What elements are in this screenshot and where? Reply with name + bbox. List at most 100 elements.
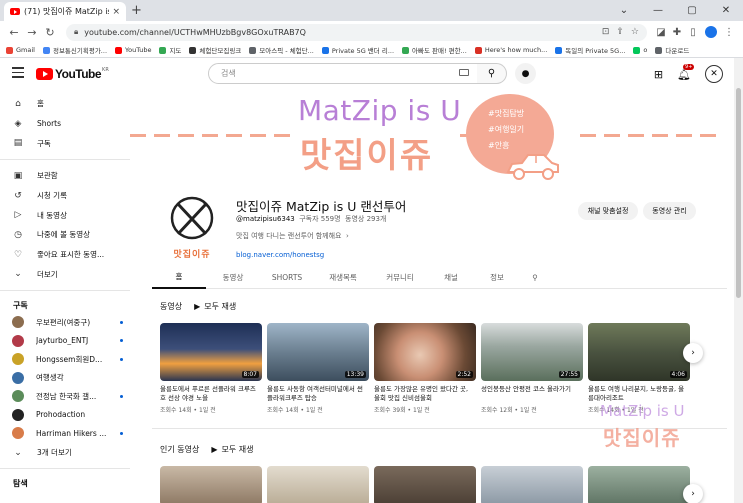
sidebar-item-watch-later[interactable]: ◷ 나중에 볼 동영상 [0,225,130,245]
video-title[interactable]: 울릉도 가장많은 유명인 왔다간 곳, 울회 맛집 신비섬울회 [374,385,474,403]
sidebar-item-show-more[interactable]: ⌄ 3개 더보기 [0,443,130,463]
maximize-button[interactable]: ▢ [675,0,709,21]
video-thumbnail[interactable]: 8:07 [160,323,262,381]
bookmark-star-icon[interactable]: ☆ [631,27,639,37]
subscription-item[interactable]: 우보편리(여중구) [0,313,130,332]
url-text[interactable]: youtube.com/channel/UCTHwMHUzbBgv8GOxuTR… [84,28,595,37]
account-avatar[interactable]: ✕ [705,65,723,83]
voice-search-button[interactable]: ● [515,63,536,84]
share-icon[interactable]: ⇪ [616,27,624,37]
play-all-icon[interactable]: ▶ [194,302,200,311]
tab-videos[interactable]: 동영상 [206,267,260,289]
sidebar-item-liked[interactable]: ♡ 좋아요 표시한 동영... [0,245,130,265]
video-thumbnail[interactable] [481,466,583,503]
bookmark-item[interactable]: 독일의 Private 5G... [555,45,625,55]
youtube-logo[interactable]: YouTube KR [36,67,109,81]
customize-channel-button[interactable]: 채널 맞춤설정 [578,202,638,220]
tab-close-icon[interactable]: × [112,7,120,17]
bookmark-item[interactable]: 아빠도 판매! 편한... [402,45,467,55]
shorts-icon: ◈ [14,118,22,129]
channel-avatar-large[interactable]: 맛집이쥬 [161,194,223,264]
sidebar-item-history[interactable]: ↺ 시청 기록 [0,186,130,206]
channel-description[interactable]: 맛집 여행 다니는 랜선투어 함께해요 › [236,231,349,241]
video-thumbnail[interactable]: 27:55 [481,323,583,381]
tab-channels[interactable]: 채널 [428,267,474,289]
reload-button[interactable]: ↻ [42,26,58,39]
tab-playlists[interactable]: 재생목록 [314,267,372,289]
sidebar-item-my-videos[interactable]: ▷ 내 동영상 [0,205,130,225]
bookmark-item[interactable]: Private 5G 밴더 리... [321,45,394,55]
video-thumbnail[interactable]: 2:52 [374,323,476,381]
chevron-down-icon[interactable]: ⌄ [607,0,641,21]
tab-about[interactable]: 정보 [474,267,520,289]
play-all-button[interactable]: 모두 재생 [222,444,254,455]
scrollbar-thumb[interactable] [736,88,741,298]
back-button[interactable]: ← [6,26,22,39]
hamburger-menu-icon[interactable] [12,67,24,81]
play-all-icon[interactable]: ▶ [211,445,217,454]
tab-shorts[interactable]: SHORTS [260,267,314,289]
bookmark-item[interactable]: Here's how much... [474,46,547,54]
bookmark-item[interactable]: YouTube [115,46,151,54]
liked-icon: ♡ [13,249,23,260]
sidebar-item-subscriptions[interactable]: ▤ 구독 [0,133,130,153]
sidebar-item-library[interactable]: ▣ 보관함 [0,166,130,186]
puzzle-icon[interactable]: ✚ [669,27,685,38]
profile-avatar[interactable] [705,26,717,38]
lock-icon[interactable]: 🔒︎ [74,27,78,37]
video-title[interactable]: 울릉도에서 푸르른 선플라워 크루즈호 선상 야경 노을 [160,385,260,403]
subscription-item[interactable]: Prohodaction [0,406,130,425]
google-lens-icon[interactable]: ⊡ [602,27,610,37]
subscription-item[interactable]: 여행생각 [0,369,130,388]
video-thumbnail[interactable] [160,466,262,503]
video-thumbnail[interactable] [374,466,476,503]
video-thumbnail[interactable] [588,466,690,503]
chevron-right-icon[interactable]: › [683,484,703,503]
video-thumbnail[interactable] [267,466,369,503]
sidepanel-icon[interactable]: ▯ [685,27,701,38]
bookmark-item[interactable]: 다운로드 [655,45,689,55]
channel-link[interactable]: blog.naver.com/honestsg [236,251,324,259]
subscription-item[interactable]: 전정남 한국화 갤... [0,387,130,406]
extension-icon[interactable]: ◪ [653,27,669,38]
bookmark-item[interactable]: 모아스픽 - 체험단... [249,45,314,55]
subscription-item[interactable]: Jayturbo_ENTJ [0,332,130,351]
notifications-bell-icon[interactable]: 🔔︎ 9+ [677,63,695,81]
search-button[interactable]: ⚲ [477,63,507,84]
browser-tab[interactable]: (71) 맛집이쥬 MatZip is U 랜선... × [4,2,126,21]
sidebar-item-more[interactable]: ⌄ 더보기 [0,265,130,285]
bookmark-item[interactable]: 체험단모집링크 [189,45,241,55]
bookmark-item[interactable]: 정보통신기획평가... [42,45,107,55]
sidebar-item-shorts[interactable]: ◈ Shorts [0,114,130,134]
video-title[interactable]: 울릉도 여행 나리분지, 노랑등굴, 울릉대아리조트 [588,385,688,403]
bookmark-item[interactable]: 지도 [159,45,181,55]
channel-search-icon[interactable]: ⚲ [520,267,550,289]
omnibox[interactable]: 🔒︎ youtube.com/channel/UCTHwMHUzbBgv8GOx… [66,23,647,41]
history-icon: ↺ [14,190,22,201]
play-all-button[interactable]: 모두 재생 [204,301,236,312]
new-tab-button[interactable]: + [131,3,142,18]
subscription-item[interactable]: Harriman Hikers ... [0,424,130,443]
close-window-button[interactable]: ✕ [709,0,743,21]
video-title[interactable]: 울릉도 사동항 여객선터미널에서 썬플라워크루즈 탑승 [267,385,367,403]
menu-dots-icon[interactable]: ⋮ [721,27,737,38]
video-title[interactable]: 성인봉등산 안평전 코스 올라가기 [481,385,581,403]
manage-videos-button[interactable]: 동영상 관리 [643,202,696,220]
forward-button[interactable]: → [24,26,40,39]
create-video-icon[interactable]: ⊞ [654,68,663,81]
bookmark-item[interactable]: o [633,46,647,54]
search-input[interactable]: 검색 [208,63,478,84]
tab-community[interactable]: 커뮤니티 [372,267,428,289]
chevron-right-icon[interactable]: › [683,343,703,363]
tab-home[interactable]: 홈 [152,267,206,289]
video-thumbnail[interactable]: 13:39 [267,323,369,381]
youtube-play-icon [36,68,53,80]
sidebar-item-home[interactable]: ⌂ 홈 [0,94,130,114]
subscription-item[interactable]: Hongssem회원D... [0,350,130,369]
minimize-button[interactable]: — [641,0,675,21]
keyboard-icon[interactable] [459,69,469,76]
bookmark-item[interactable]: Gmail [6,46,35,54]
page-scrollbar[interactable] [734,58,743,503]
video-thumbnail[interactable]: 4:06 [588,323,690,381]
watermark-ko: 맛집이쥬 [603,426,681,450]
